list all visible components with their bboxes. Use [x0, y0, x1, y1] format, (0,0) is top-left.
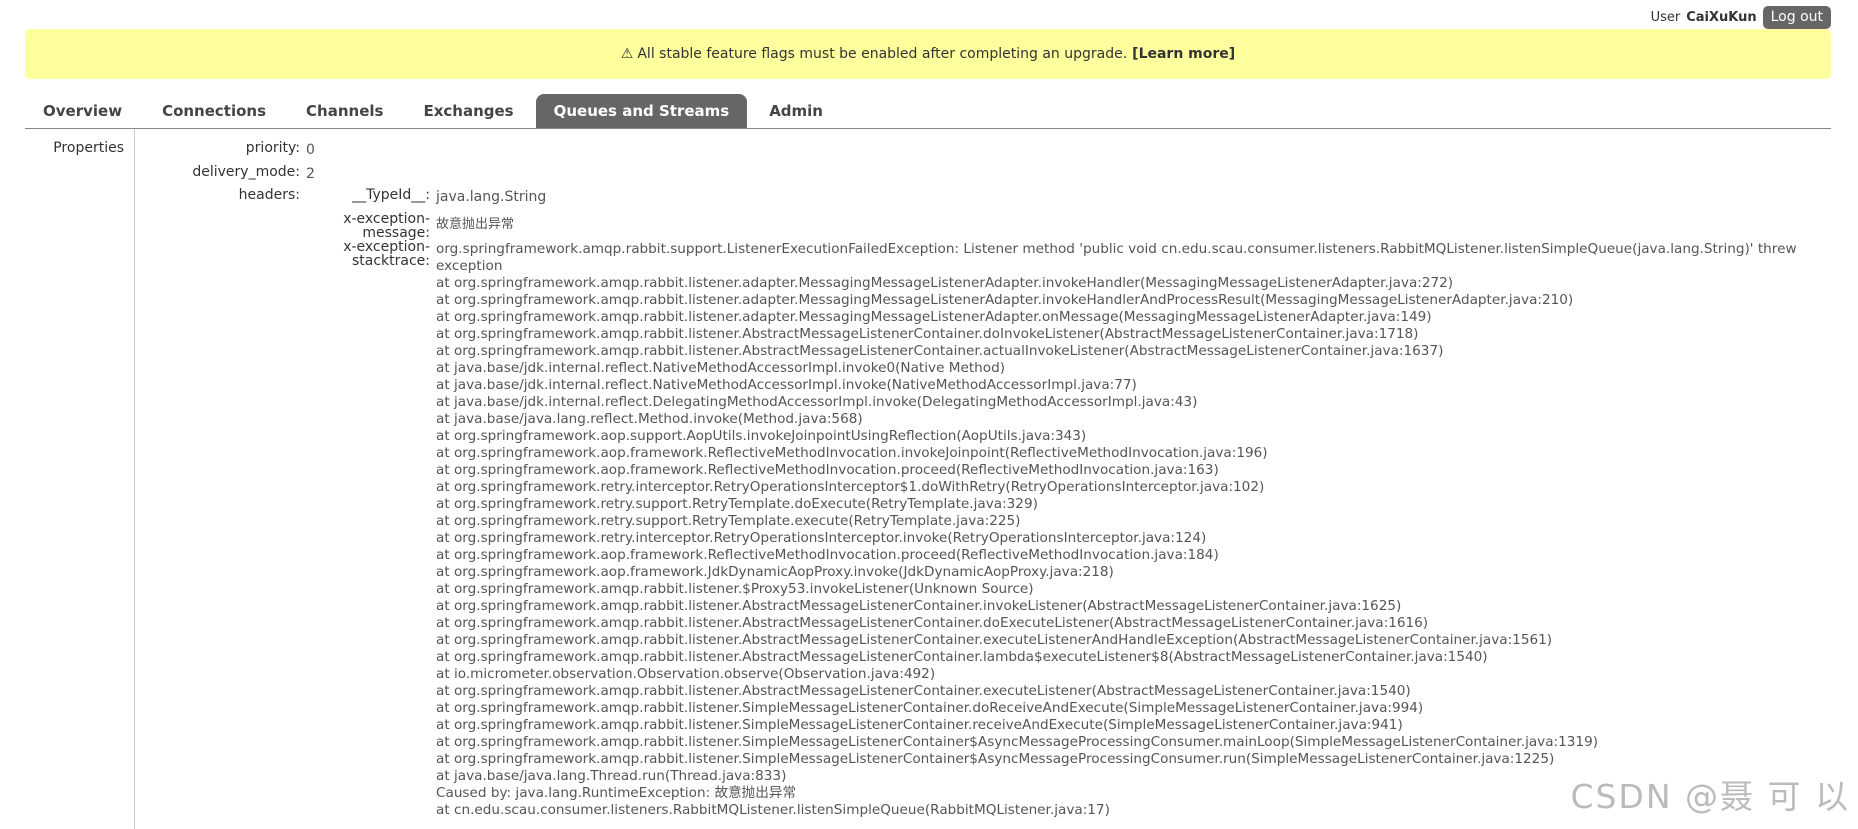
stacktrace-line: at io.micrometer.observation.Observation…: [436, 666, 936, 682]
priority-value: 0: [306, 142, 315, 158]
stacktrace-line: at org.springframework.amqp.rabbit.liste…: [436, 632, 1553, 648]
tab-admin[interactable]: Admin: [751, 94, 841, 128]
typeid-key: __TypeId__:: [352, 187, 430, 203]
headers-key: headers:: [238, 187, 300, 203]
learn-more-link[interactable]: [Learn more]: [1132, 46, 1235, 62]
stacktrace-line: at org.springframework.amqp.rabbit.liste…: [436, 598, 1402, 614]
logout-button[interactable]: Log out: [1762, 5, 1831, 29]
stacktrace-value: org.springframework.amqp.rabbit.support.…: [436, 241, 1816, 819]
delivery-mode-key: delivery_mode:: [192, 164, 300, 180]
delivery-mode-value: 2: [306, 166, 315, 182]
stacktrace-head: org.springframework.amqp.rabbit.support.…: [436, 241, 1797, 274]
csdn-watermark: CSDN @聂 可 以: [1570, 777, 1850, 816]
x-exception-message-value: 故意抛出异常: [436, 217, 515, 232]
stacktrace-lines: at org.springframework.amqp.rabbit.liste…: [436, 275, 1816, 819]
stacktrace-line: at java.base/java.lang.reflect.Method.in…: [436, 411, 863, 427]
stacktrace-line: at org.springframework.amqp.rabbit.liste…: [436, 581, 1034, 597]
stacktrace-line: at java.base/jdk.internal.reflect.Delega…: [436, 394, 1198, 410]
stacktrace-line: at org.springframework.amqp.rabbit.liste…: [436, 683, 1411, 699]
stacktrace-line: at org.springframework.amqp.rabbit.liste…: [436, 717, 1403, 733]
tab-queues-and-streams[interactable]: Queues and Streams: [535, 94, 748, 128]
x-exception-stacktrace-key-line1: x-exception-: [343, 239, 430, 255]
stacktrace-line: at org.springframework.aop.framework.Ref…: [436, 547, 1219, 563]
stacktrace-line: at org.springframework.aop.framework.Jdk…: [436, 564, 1114, 580]
x-exception-message-key: x-exception- message:: [325, 212, 430, 240]
tab-connections[interactable]: Connections: [144, 94, 284, 128]
stacktrace-line: at org.springframework.retry.support.Ret…: [436, 496, 1038, 512]
stacktrace-line: at org.springframework.aop.framework.Ref…: [436, 462, 1219, 478]
tab-overview[interactable]: Overview: [25, 94, 140, 128]
stacktrace-line: at org.springframework.amqp.rabbit.liste…: [436, 751, 1555, 767]
stacktrace-line: at org.springframework.amqp.rabbit.liste…: [436, 292, 1574, 308]
stacktrace-line: at org.springframework.amqp.rabbit.liste…: [436, 309, 1432, 325]
stacktrace-line: at org.springframework.amqp.rabbit.liste…: [436, 275, 1454, 291]
stacktrace-line: at org.springframework.amqp.rabbit.liste…: [436, 326, 1419, 342]
username: CaiXuKun: [1686, 9, 1757, 25]
x-exception-message-key-line2: message:: [362, 225, 430, 241]
stacktrace-line: at java.base/jdk.internal.reflect.Native…: [436, 360, 1006, 376]
stacktrace-line: at org.springframework.amqp.rabbit.liste…: [436, 700, 1424, 716]
properties-label: Properties: [25, 129, 135, 829]
priority-key: priority:: [245, 140, 300, 156]
user-prefix: User: [1650, 9, 1681, 25]
stacktrace-line: at java.base/jdk.internal.reflect.Native…: [436, 377, 1137, 393]
typeid-value: java.lang.String: [436, 189, 547, 205]
main-nav-tabs: Overview Connections Channels Exchanges …: [25, 93, 1831, 129]
stacktrace-line: at org.springframework.aop.framework.Ref…: [436, 445, 1268, 461]
feature-flag-banner: ⚠ All stable feature flags must be enabl…: [25, 29, 1831, 79]
stacktrace-line: at org.springframework.retry.interceptor…: [436, 479, 1265, 495]
stacktrace-line: at org.springframework.amqp.rabbit.liste…: [436, 615, 1429, 631]
x-exception-stacktrace-key-line2: stacktrace:: [351, 253, 430, 269]
stacktrace-line: at org.springframework.amqp.rabbit.liste…: [436, 649, 1488, 665]
x-exception-message-key-line1: x-exception-: [343, 211, 430, 227]
banner-text: All stable feature flags must be enabled…: [637, 46, 1128, 62]
x-exception-stacktrace-key: x-exception- stacktrace:: [325, 240, 430, 268]
stacktrace-line: at org.springframework.retry.interceptor…: [436, 530, 1207, 546]
stacktrace-line: at org.springframework.amqp.rabbit.liste…: [436, 343, 1444, 359]
stacktrace-line: at org.springframework.aop.support.AopUt…: [436, 428, 1087, 444]
stacktrace-line: at org.springframework.amqp.rabbit.liste…: [436, 734, 1599, 750]
stacktrace-line: at org.springframework.retry.support.Ret…: [436, 513, 1021, 529]
tab-channels[interactable]: Channels: [288, 94, 401, 128]
tab-exchanges[interactable]: Exchanges: [405, 94, 531, 128]
message-properties: Properties priority: 0 delivery_mode: 2 …: [25, 129, 1831, 829]
warning-icon: ⚠: [620, 46, 634, 62]
user-bar: User CaiXuKun Log out: [1651, 5, 1831, 29]
